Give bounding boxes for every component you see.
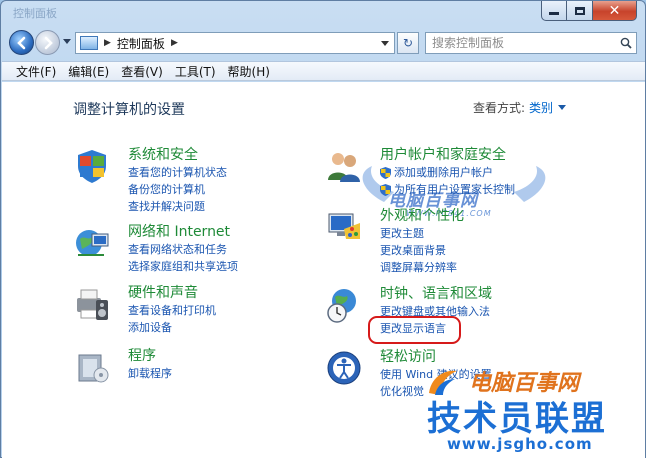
globe-clock-icon xyxy=(327,289,356,323)
link-view-computer-status[interactable]: 查看您的计算机状态 xyxy=(128,164,227,181)
address-bar[interactable]: ▶ 控制面板 ▶ xyxy=(75,32,395,54)
monitor-palette-icon xyxy=(328,213,360,239)
breadcrumb-arrow-icon[interactable]: ▶ xyxy=(104,38,111,48)
category-links: 卸载程序 xyxy=(128,365,172,382)
category-title[interactable]: 用户帐户和家庭安全 xyxy=(380,144,506,164)
watermark-bottom: 电脑百事网 技术员联盟 www.jsgho.com xyxy=(417,357,643,457)
forward-button[interactable] xyxy=(35,30,60,55)
menu-bar: 文件(F) 编辑(E) 查看(V) 工具(T) 帮助(H) xyxy=(2,61,645,81)
link-homegroup-sharing[interactable]: 选择家庭组和共享选项 xyxy=(128,258,238,275)
highlight-box xyxy=(368,316,461,344)
link-backup-computer[interactable]: 备份您的计算机 xyxy=(128,181,227,198)
category-links: 查看您的计算机状态 备份您的计算机 查找并解决问题 xyxy=(128,164,227,215)
uac-shield-icon xyxy=(380,183,391,196)
users-icon xyxy=(328,153,360,182)
forward-arrow-icon xyxy=(44,36,53,49)
window-title: 控制面板 xyxy=(13,7,57,20)
watermark-bottom-big: 技术员联盟 xyxy=(427,399,607,439)
link-label[interactable]: 添加或删除用户帐户 xyxy=(394,164,493,181)
link-add-remove-accounts[interactable]: 添加或删除用户帐户 xyxy=(380,164,515,181)
category-title[interactable]: 网络和 Internet xyxy=(128,221,230,241)
link-find-fix-problems[interactable]: 查找并解决问题 xyxy=(128,198,227,215)
link-network-status-tasks[interactable]: 查看网络状态和任务 xyxy=(128,241,238,258)
link-add-device[interactable]: 添加设备 xyxy=(128,319,216,336)
menu-edit[interactable]: 编辑(E) xyxy=(62,63,115,80)
category-title[interactable]: 硬件和声音 xyxy=(128,282,198,302)
link-screen-resolution[interactable]: 调整屏幕分辨率 xyxy=(380,259,457,276)
link-change-theme[interactable]: 更改主题 xyxy=(380,225,457,242)
search-icon[interactable] xyxy=(620,37,632,49)
control-panel-icon xyxy=(80,36,98,50)
view-by-dropdown[interactable]: 类别 xyxy=(529,99,553,116)
window-frame: 控制面板 ✕ ▶ 控制面板 ▶ ↻ 文件(F) xyxy=(0,0,646,458)
category-title[interactable]: 系统和安全 xyxy=(128,144,198,164)
link-uninstall-program[interactable]: 卸载程序 xyxy=(128,365,172,382)
printer-speaker-icon xyxy=(77,289,108,320)
breadcrumb-arrow-icon[interactable]: ▶ xyxy=(171,38,178,48)
close-button[interactable]: ✕ xyxy=(593,1,637,21)
ease-of-access-icon xyxy=(327,351,361,385)
maximize-button[interactable] xyxy=(567,1,593,21)
content-area: 调整计算机的设置 查看方式: 类别 电脑百事网 WWW.PC841.COM 系统… xyxy=(2,82,645,458)
minimize-icon xyxy=(549,12,559,15)
recent-pages-dropdown[interactable] xyxy=(63,39,71,44)
menu-tools[interactable]: 工具(T) xyxy=(169,63,222,80)
chevron-down-icon[interactable] xyxy=(558,105,567,110)
uac-shield-icon xyxy=(380,166,391,179)
page-title: 调整计算机的设置 xyxy=(73,102,185,118)
category-title[interactable]: 外观和个性化 xyxy=(380,205,464,225)
link-parental-controls[interactable]: 为所有用户设置家长控制 xyxy=(380,181,515,198)
chevron-down-icon xyxy=(381,40,389,46)
search-input[interactable] xyxy=(426,36,614,50)
back-button[interactable] xyxy=(9,30,34,55)
link-label[interactable]: 为所有用户设置家长控制 xyxy=(394,181,515,198)
maximize-icon xyxy=(574,6,585,15)
refresh-button[interactable]: ↻ xyxy=(397,32,419,54)
category-links: 更改主题 更改桌面背景 调整屏幕分辨率 xyxy=(380,225,457,276)
caption-buttons: ✕ xyxy=(541,1,637,21)
category-links: 添加或删除用户帐户 为所有用户设置家长控制 xyxy=(380,164,515,198)
breadcrumb-control-panel[interactable]: 控制面板 xyxy=(117,35,165,52)
view-by-label: 查看方式: xyxy=(473,101,526,115)
menu-file[interactable]: 文件(F) xyxy=(10,63,62,80)
menu-help[interactable]: 帮助(H) xyxy=(222,63,276,80)
programs-box-icon xyxy=(78,354,109,383)
minimize-button[interactable] xyxy=(541,1,567,21)
shield-flag-icon xyxy=(78,150,106,183)
category-links: 查看网络状态和任务 选择家庭组和共享选项 xyxy=(128,241,238,275)
view-by: 查看方式: 类别 xyxy=(473,99,567,116)
network-globe-icon xyxy=(76,230,109,256)
watermark-bottom-url: www.jsgho.com xyxy=(447,435,593,453)
refresh-icon: ↻ xyxy=(402,36,414,50)
link-change-background[interactable]: 更改桌面背景 xyxy=(380,242,457,259)
address-dropdown[interactable] xyxy=(378,33,392,53)
back-arrow-icon xyxy=(16,36,25,49)
close-icon: ✕ xyxy=(608,2,621,19)
menu-view[interactable]: 查看(V) xyxy=(115,63,169,80)
search-box[interactable] xyxy=(425,32,637,54)
link-devices-printers[interactable]: 查看设备和打印机 xyxy=(128,302,216,319)
category-title[interactable]: 程序 xyxy=(128,345,156,365)
category-title[interactable]: 时钟、语言和区域 xyxy=(380,283,492,303)
navigation-bar: ▶ 控制面板 ▶ ↻ xyxy=(5,29,643,57)
category-links: 查看设备和打印机 添加设备 xyxy=(128,302,216,336)
